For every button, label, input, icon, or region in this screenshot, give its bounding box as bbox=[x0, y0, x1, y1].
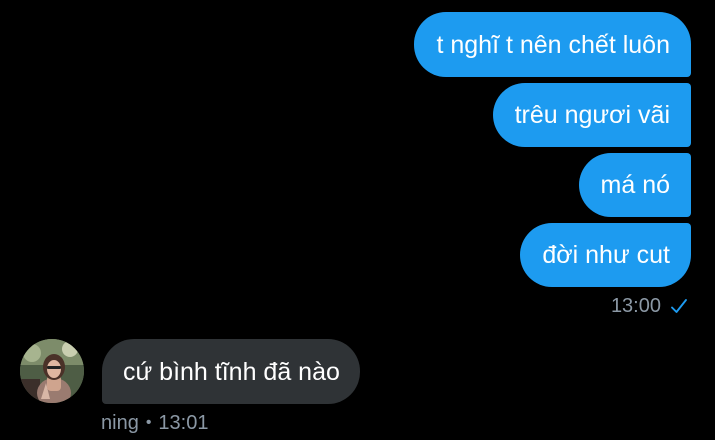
incoming-message-meta: ning • 13:01 bbox=[101, 410, 208, 436]
avatar-image bbox=[20, 339, 84, 403]
avatar[interactable] bbox=[20, 339, 84, 403]
message-text: cứ bình tĩnh đã nào bbox=[123, 357, 340, 386]
message-text: má nó bbox=[600, 171, 670, 199]
sender-name[interactable]: ning bbox=[101, 412, 139, 435]
message-text: trêu ngươi vãi bbox=[514, 101, 670, 129]
incoming-message[interactable]: cứ bình tĩnh đã nào bbox=[102, 339, 360, 404]
message-timestamp: 13:01 bbox=[158, 411, 209, 434]
outgoing-message[interactable]: t nghĩ t nên chết luôn bbox=[414, 12, 691, 77]
check-icon bbox=[671, 299, 687, 313]
outgoing-message[interactable]: trêu ngươi vãi bbox=[492, 83, 691, 147]
outgoing-message[interactable]: má nó bbox=[578, 153, 691, 217]
outgoing-message-meta: 13:00 bbox=[611, 293, 689, 319]
message-timestamp: 13:00 bbox=[610, 294, 661, 317]
message-text: t nghĩ t nên chết luôn bbox=[436, 30, 670, 59]
outgoing-message[interactable]: đời như cut bbox=[520, 223, 691, 287]
separator-dot: • bbox=[145, 414, 152, 431]
message-text: đời như cut bbox=[542, 241, 670, 269]
